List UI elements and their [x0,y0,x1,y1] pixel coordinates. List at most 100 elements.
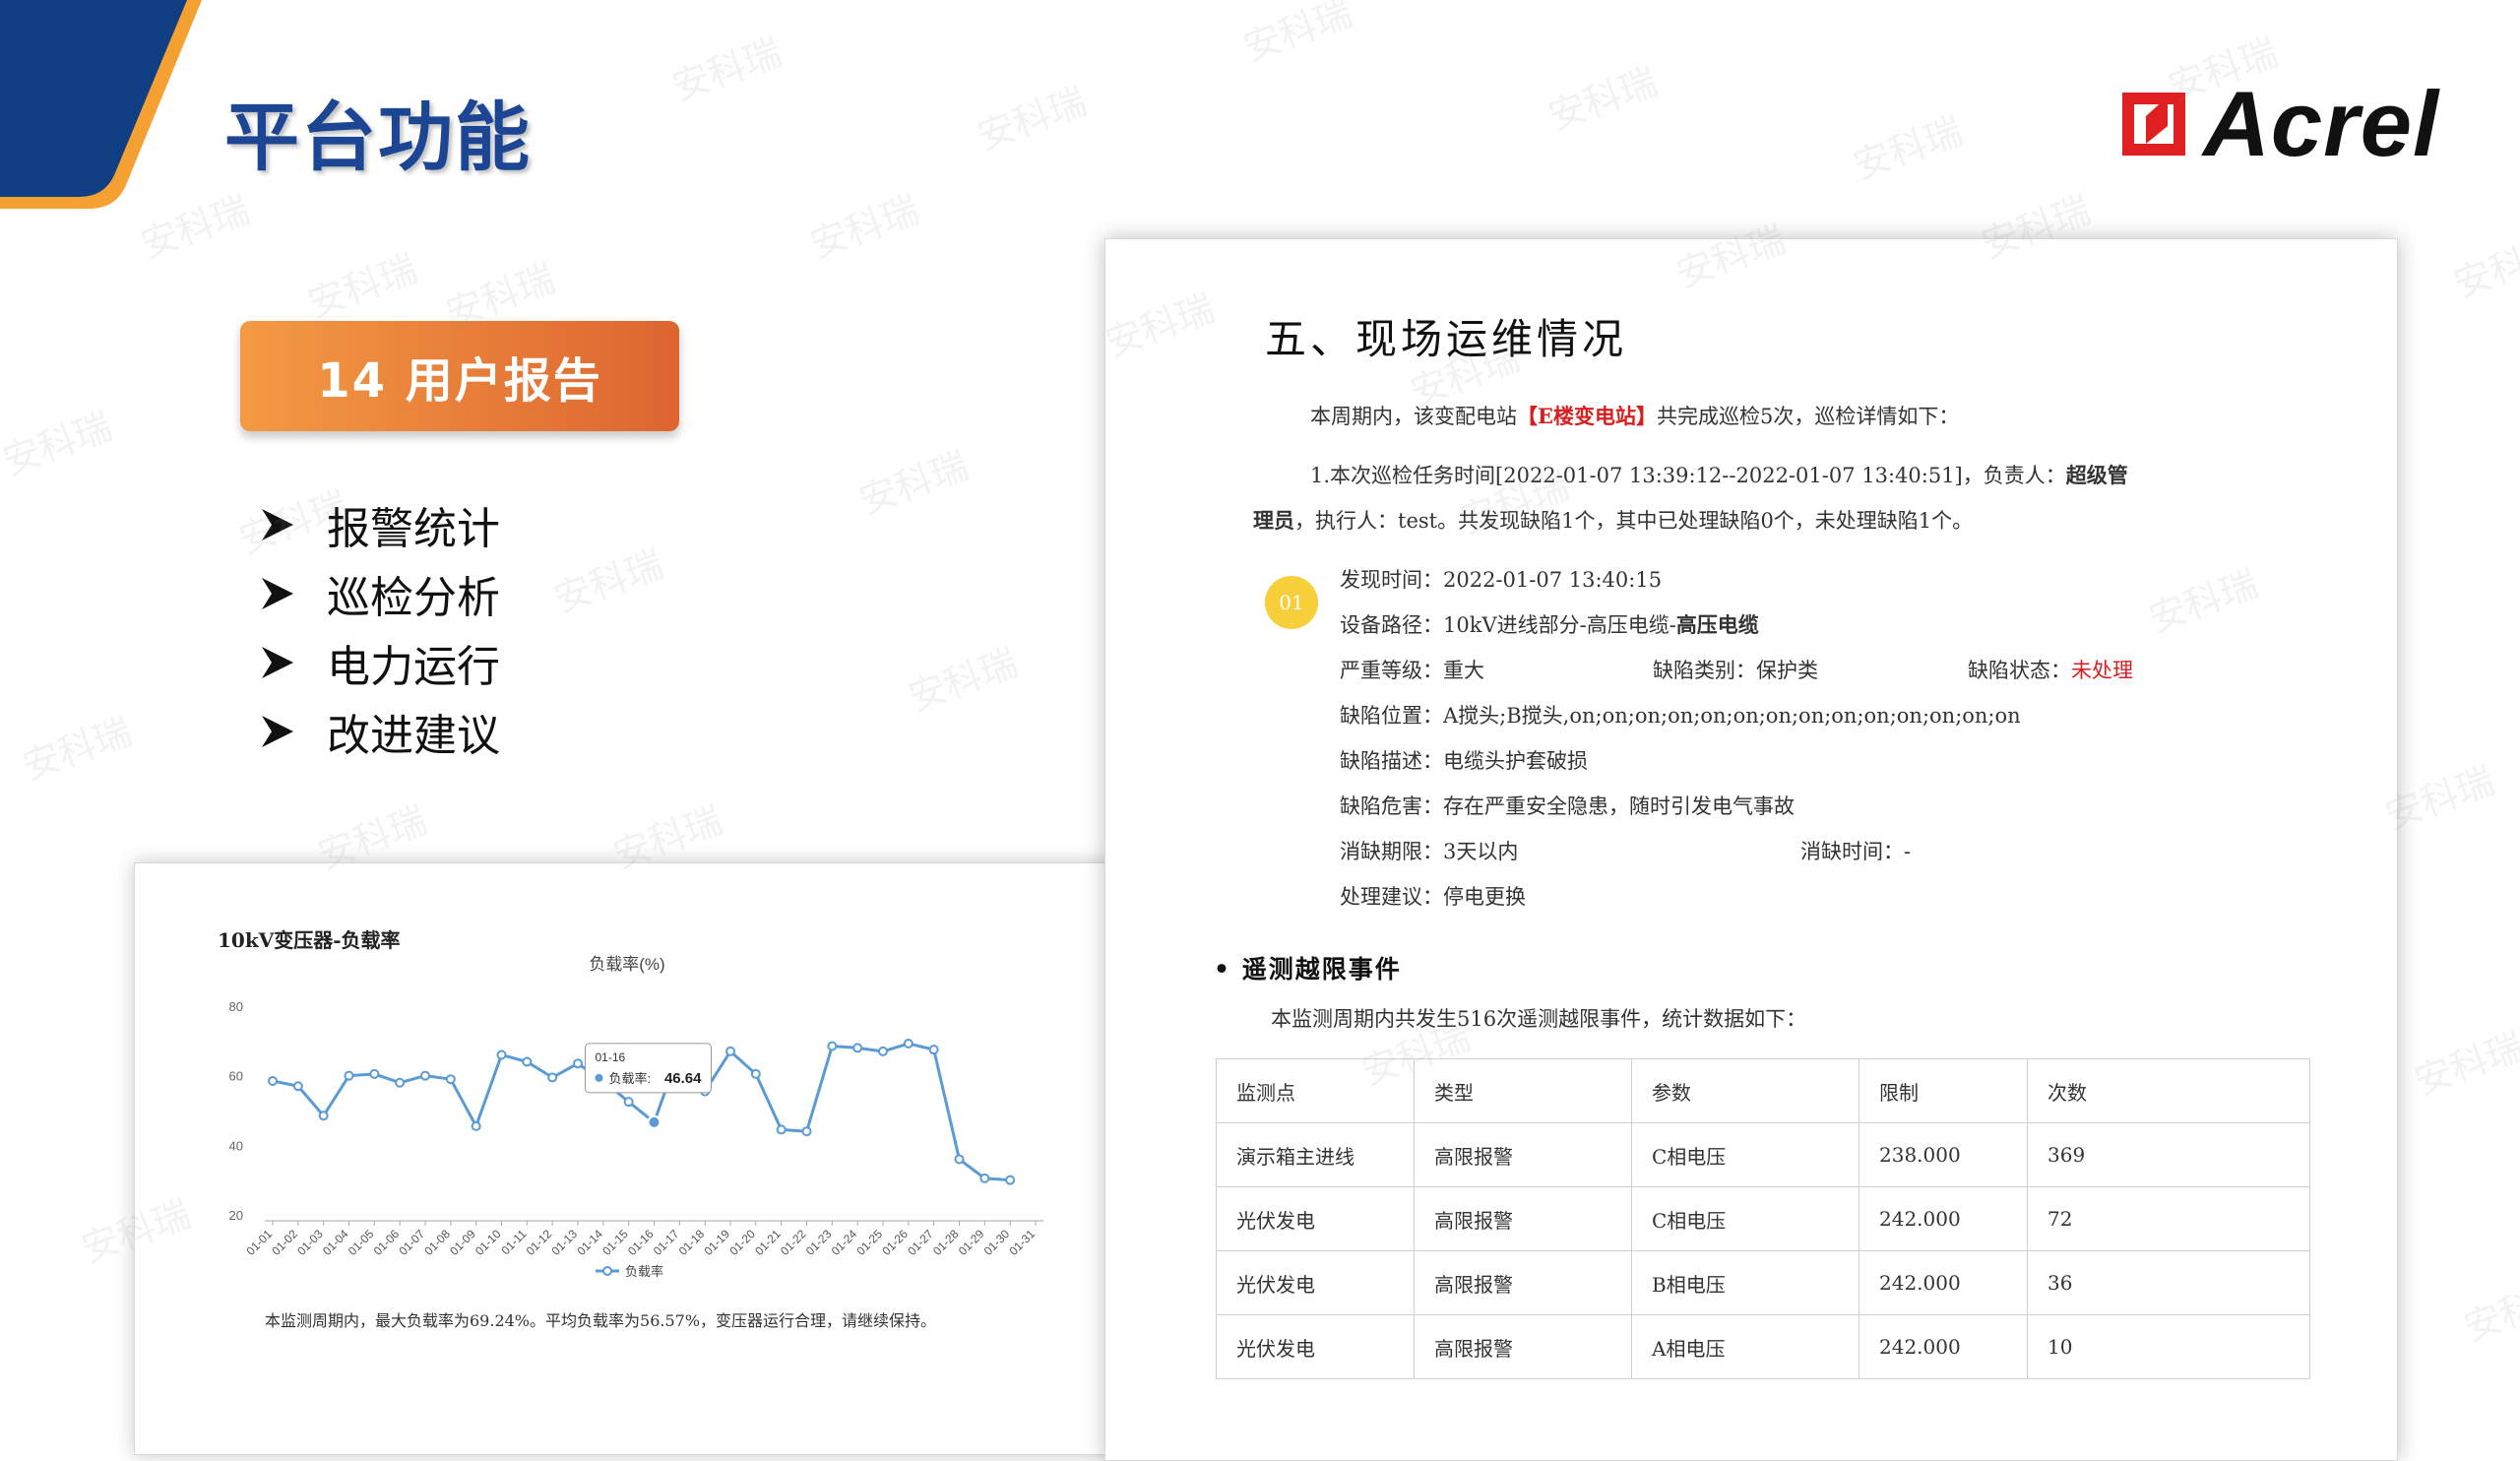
x-tick-label: 01-25 [854,1227,886,1258]
data-point [471,1120,481,1131]
x-tick-label: 01-30 [981,1227,1013,1258]
defect-category: 缺陷类别：保护类 [1653,659,1818,682]
y-tick-label: 40 [229,1138,243,1153]
data-point [496,1049,507,1060]
brand-logo: Acrel [2116,78,2439,170]
defect-suggestion: 处理建议：停电更换 [1340,885,1526,909]
cell-count: 72 [2027,1186,2310,1251]
task-time: 1.本次巡检任务时间[2022-01-07 13:39:12--2022-01-… [1310,464,2066,487]
data-point [827,1041,838,1051]
x-tick-label: 01-07 [397,1227,428,1258]
x-tick-label: 01-04 [320,1227,351,1258]
watermark-text: 安科瑞 [0,404,118,483]
cell-type: 高限报警 [1414,1186,1632,1251]
x-tick-label: 01-13 [549,1227,581,1258]
column-header: 参数 [1631,1058,1859,1123]
x-tick-label: 01-12 [524,1227,555,1258]
defect-hazard: 缺陷危害：存在严重安全隐患，随时引发电气事故 [1340,794,1795,818]
defect-device-path: 设备路径：10kV进线部分-高压电缆-高压电缆 [1340,609,1759,639]
task-owner-end: 理员 [1253,508,1294,533]
cell-monitor-point: 光伏发电 [1216,1314,1415,1379]
data-point [445,1074,456,1085]
telemetry-section-title: • 遥测越限事件 [1214,955,1402,984]
list-item: 电力运行 [258,628,500,697]
cell-parameter: C相电压 [1631,1122,1859,1187]
x-tick-label: 01-02 [269,1227,300,1258]
data-point [395,1077,406,1088]
corner-decoration [0,0,202,209]
data-point [344,1070,354,1081]
x-tick-label: 01-14 [574,1227,605,1258]
highlighted-point [647,1114,662,1129]
data-point [268,1075,278,1086]
task-owner: 超级管 [2065,463,2128,487]
defect-found-time: 发现时间：2022-01-07 13:40:15 [1340,568,1663,592]
column-header: 监测点 [1216,1058,1415,1123]
table-row: 光伏发电 高限报警 B相电压 242.000 36 [1216,1250,2310,1315]
arrow-bullet-icon [262,509,293,540]
cell-limit: 242.000 [1858,1250,2028,1315]
data-point [547,1072,558,1083]
defect-deadline: 消缺期限：3天以内 [1340,840,1519,863]
chart-summary: 本监测周期内，最大负载率为69.24%。平均负载率为56.57%，变压器运行合理… [265,1311,937,1330]
station-name: 【E楼变电站】 [1517,404,1658,428]
table-row: 演示箱主进线 高限报警 C相电压 238.000 369 [1216,1122,2310,1187]
list-item: 报警统计 [258,490,500,559]
data-point [801,1126,812,1137]
x-tick-label: 01-28 [930,1227,962,1258]
watermark-text: 安科瑞 [2409,1024,2520,1104]
list-item: 改进建议 [258,697,500,766]
x-tick-label: 01-24 [829,1227,860,1258]
column-header: 限制 [1858,1058,2028,1123]
defect-description: 缺陷描述：电缆头护套破损 [1340,749,1588,773]
defect-location: 缺陷位置：A搅头;B搅头,on;on;on;on;on;on;on;on;on;… [1340,704,2021,728]
x-tick-label: 01-27 [905,1227,936,1258]
data-point [318,1111,329,1121]
watermark-text: 安科瑞 [1543,59,1664,139]
cell-count: 369 [2027,1122,2310,1187]
task-summary: ，执行人：test。共发现缺陷1个，其中已处理缺陷0个，未处理缺陷1个。 [1294,509,1974,533]
data-point [420,1070,430,1081]
feature-list: 报警统计 巡检分析 电力运行 改进建议 [258,490,500,766]
cell-type: 高限报警 [1414,1122,1632,1187]
watermark-text: 安科瑞 [302,246,423,326]
cell-parameter: A相电压 [1631,1314,1859,1379]
telemetry-title: 遥测越限事件 [1241,955,1402,984]
table-header-row: 监测点 类型 参数 限制 次数 [1216,1058,2310,1123]
watermark-text: 安科瑞 [2448,226,2520,306]
data-point [369,1068,380,1079]
cell-type: 高限报警 [1414,1250,1632,1315]
y-tick-label: 60 [229,1069,243,1084]
table-row: 光伏发电 高限报警 A相电压 242.000 10 [1216,1314,2310,1379]
defect-fix-time: 消缺时间：- [1800,840,1912,863]
section-badge: 14 用户报告 [240,321,679,431]
feature-label: 报警统计 [327,504,500,554]
cell-type: 高限报警 [1414,1314,1632,1379]
device-path-end: 高压电缆 [1675,612,1759,637]
defect-index-badge: 01 [1265,576,1318,629]
data-point [903,1039,914,1049]
x-tick-label: 01-21 [752,1227,784,1258]
data-point [292,1081,303,1092]
status-value: 未处理 [2071,659,2133,682]
y-tick-label: 20 [229,1208,243,1223]
x-tick-label: 01-08 [421,1227,453,1258]
maintenance-report-card: 五、现场运维情况 本周期内，该变配电站【E楼变电站】共完成巡检5次，巡检详情如下… [1104,238,2398,1461]
x-tick-label: 01-29 [956,1227,987,1258]
x-tick-label: 01-05 [346,1227,377,1258]
arrow-bullet-icon [262,647,293,678]
tooltip-date: 01-16 [596,1050,626,1064]
intro-text-end: 共完成巡检5次，巡检详情如下： [1657,405,1960,428]
cell-parameter: B相电压 [1631,1250,1859,1315]
watermark-text: 安科瑞 [666,30,788,109]
device-path-text: 设备路径：10kV进线部分-高压电缆- [1340,613,1676,637]
cell-count: 10 [2027,1314,2310,1379]
legend-label: 负载率 [625,1264,663,1279]
arrow-bullet-icon [262,578,293,609]
x-tick-label: 01-22 [778,1227,809,1258]
x-tick-label: 01-15 [599,1227,631,1258]
cell-monitor-point: 光伏发电 [1216,1186,1415,1251]
defect-status: 缺陷状态：未处理 [1968,655,2133,684]
status-label: 缺陷状态： [1968,659,2071,682]
x-tick-label: 01-01 [244,1227,276,1258]
